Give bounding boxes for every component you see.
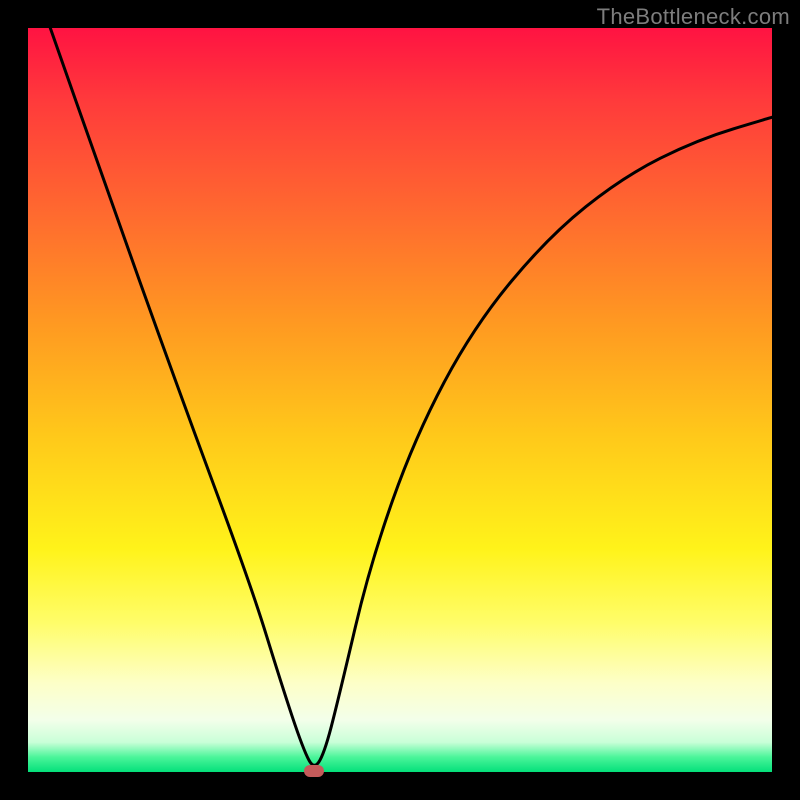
plot-area (28, 28, 772, 772)
bottleneck-curve-path (50, 28, 772, 765)
chart-container: TheBottleneck.com (0, 0, 800, 800)
watermark-label: TheBottleneck.com (597, 4, 790, 30)
optimal-point-marker (304, 765, 324, 777)
curve-svg (28, 28, 772, 772)
